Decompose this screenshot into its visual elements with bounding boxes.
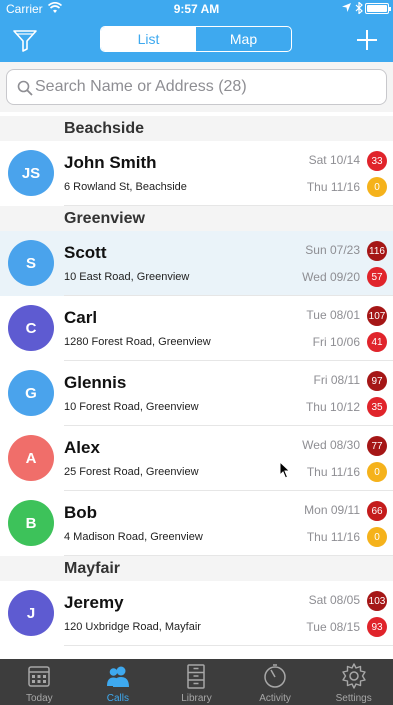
cabinet-icon xyxy=(187,664,206,689)
days-until-badge: 0 xyxy=(367,527,387,547)
last-call-date: Sat 10/14 xyxy=(308,153,360,167)
tab-calls[interactable]: Calls xyxy=(79,659,158,705)
days-since-badge: 77 xyxy=(367,436,387,456)
segment-list[interactable]: List xyxy=(101,27,196,51)
avatar: J xyxy=(8,590,54,636)
days-since-badge: 116 xyxy=(367,241,387,261)
contact-address: 10 Forest Road, Greenview xyxy=(64,401,199,413)
contact-name: Glennis xyxy=(64,373,127,392)
section-header: Greenview xyxy=(0,206,393,231)
last-call-date: Mon 09/11 xyxy=(304,503,360,517)
gear-icon xyxy=(341,663,366,689)
plus-icon[interactable] xyxy=(354,27,380,53)
stopwatch-icon xyxy=(264,664,286,688)
search-icon xyxy=(17,80,33,96)
days-until-badge: 41 xyxy=(367,332,387,352)
days-until-badge: 93 xyxy=(367,617,387,637)
contact-name: Jeremy xyxy=(64,593,124,612)
days-until-badge: 0 xyxy=(367,462,387,482)
next-call-date: Thu 11/16 xyxy=(306,530,360,544)
contact-name: Carl xyxy=(64,308,98,327)
row-divider xyxy=(64,555,393,556)
contact-name: Bob xyxy=(64,503,98,522)
contact-address: 25 Forest Road, Greenview xyxy=(64,466,199,478)
contact-address: 4 Madison Road, Greenview xyxy=(64,531,203,543)
row-divider xyxy=(64,205,393,206)
avatar: C xyxy=(8,305,54,351)
tab-today[interactable]: Today xyxy=(0,659,79,705)
call-list-row[interactable]: C Carl 1280 Forest Road, Greenview Tue 08/0… xyxy=(0,296,393,361)
last-call-date: Sun 07/23 xyxy=(305,243,360,257)
battery-icon xyxy=(365,3,391,14)
contact-address: 1280 Forest Road, Greenview xyxy=(64,336,211,348)
tab-label: Library xyxy=(181,693,212,704)
contact-address: 120 Uxbridge Road, Mayfair xyxy=(64,621,201,633)
section-header: Mayfair xyxy=(0,556,393,581)
contact-address: 10 East Road, Greenview xyxy=(64,271,190,283)
calendar-icon xyxy=(28,666,51,687)
avatar: A xyxy=(8,435,54,481)
days-until-badge: 57 xyxy=(367,267,387,287)
tab-activity[interactable]: Activity xyxy=(236,659,315,705)
tab-bar: Today Calls Library Activity Settings xyxy=(0,659,393,705)
section-header: Beachside xyxy=(0,116,393,141)
contact-address: 6 Rowland St, Beachside xyxy=(64,181,187,193)
search-input[interactable] xyxy=(35,70,375,104)
tab-label: Settings xyxy=(335,693,372,704)
people-icon xyxy=(106,666,129,687)
days-since-badge: 103 xyxy=(367,591,387,611)
next-call-date: Fri 10/06 xyxy=(312,335,360,349)
call-list-row[interactable]: B Bob 4 Madison Road, Greenview Mon 09/11 66… xyxy=(0,491,393,556)
filter-icon[interactable] xyxy=(12,27,38,53)
tab-label: Calls xyxy=(106,693,129,704)
tab-label: Today xyxy=(25,693,53,704)
call-list-row[interactable]: JS John Smith 6 Rowland St, Beachside Sat 1… xyxy=(0,141,393,206)
navigation-bar: Carrier 9:57 AM List Map xyxy=(0,0,393,62)
days-since-badge: 66 xyxy=(367,501,387,521)
last-call-date: Wed 08/30 xyxy=(302,438,360,452)
contact-name: John Smith xyxy=(64,153,157,172)
avatar: G xyxy=(8,370,54,416)
next-call-date: Wed 09/20 xyxy=(302,270,360,284)
next-call-date: Thu 10/12 xyxy=(305,400,360,414)
status-time: 9:57 AM xyxy=(173,2,220,16)
next-call-date: Tue 08/15 xyxy=(306,620,360,634)
tab-label: Activity xyxy=(259,693,291,704)
contact-name: Alex xyxy=(64,438,100,457)
tab-settings[interactable]: Settings xyxy=(314,659,393,705)
view-segmented-control: List Map xyxy=(100,26,292,52)
search-bar xyxy=(6,69,387,105)
tab-library[interactable]: Library xyxy=(157,659,236,705)
days-since-badge: 97 xyxy=(367,371,387,391)
avatar: S xyxy=(8,240,54,286)
call-list-row[interactable]: G Glennis 10 Forest Road, Greenview Fri 08/… xyxy=(0,361,393,426)
days-since-badge: 33 xyxy=(367,151,387,171)
segment-map[interactable]: Map xyxy=(196,27,291,51)
app-window: Carrier 9:57 AM List Map Search Name or … xyxy=(0,0,393,705)
last-call-date: Sat 08/05 xyxy=(308,593,360,607)
bluetooth-icon xyxy=(355,2,363,14)
last-call-date: Tue 08/01 xyxy=(306,308,360,322)
row-divider xyxy=(64,645,393,646)
call-list-row[interactable]: A Alex 25 Forest Road, Greenview Wed 08/30 7… xyxy=(0,426,393,491)
mouse-cursor-icon xyxy=(279,461,291,479)
call-list-row[interactable]: S Scott 10 East Road, Greenview Sun 07/23 11… xyxy=(0,231,393,296)
call-list-row[interactable]: J Jeremy 120 Uxbridge Road, Mayfair Sat 08/… xyxy=(0,581,393,646)
next-call-date: Thu 11/16 xyxy=(306,180,360,194)
days-until-badge: 35 xyxy=(367,397,387,417)
days-until-badge: 0 xyxy=(367,177,387,197)
avatar: B xyxy=(8,500,54,546)
avatar: JS xyxy=(8,150,54,196)
next-call-date: Thu 11/16 xyxy=(306,465,360,479)
location-arrow-icon xyxy=(342,3,351,12)
calls-list[interactable]: Beachside JS John Smith 6 Rowland St, Beach… xyxy=(0,116,393,659)
search-bar-container xyxy=(0,62,393,112)
contact-name: Scott xyxy=(64,243,107,262)
last-call-date: Fri 08/11 xyxy=(313,373,360,387)
status-bar: Carrier 9:57 AM xyxy=(0,0,393,18)
days-since-badge: 107 xyxy=(367,306,387,326)
